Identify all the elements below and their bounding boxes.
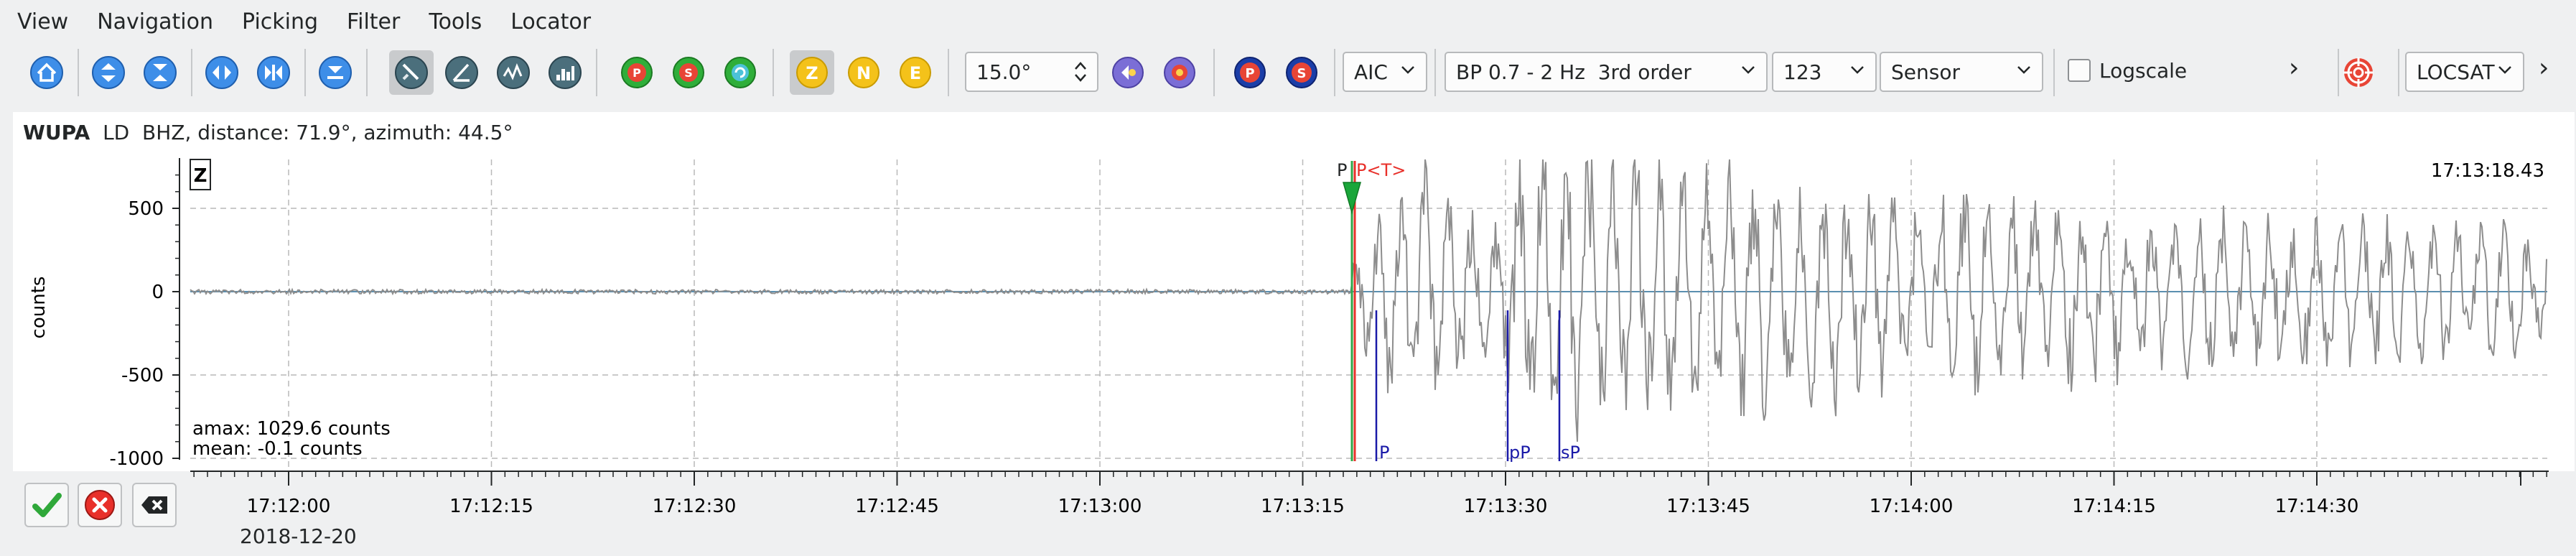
y-tick-label: 500 [128, 198, 164, 220]
close-circle-icon [85, 490, 115, 520]
grid [190, 159, 2547, 468]
theoretical-arrivals: P pP sP [1375, 310, 1580, 463]
date-label: 2018-12-20 [240, 524, 357, 548]
y-axis-label: counts [28, 277, 50, 339]
p-pick-label: P [1337, 160, 1347, 180]
x-tick-label: 17:13:45 [1666, 496, 1750, 517]
reject-button[interactable] [78, 483, 122, 527]
y-tick-label: 0 [151, 282, 164, 303]
theoretical-p-label: P [1379, 443, 1389, 463]
time-axis: 17:12:00 17:12:15 17:12:30 17:12:45 17:13:00… [190, 471, 2549, 517]
p-theoretical-pick-label: P<T> [1356, 160, 1406, 180]
x-tick-label: 17:14:30 [2275, 496, 2359, 517]
x-tick-label: 17:12:00 [247, 496, 331, 517]
x-tick-label: 17:13:15 [1261, 496, 1345, 517]
component-label: Z [194, 165, 207, 187]
clear-icon [141, 496, 167, 514]
picks[interactable]: P P<T> [1337, 160, 1406, 461]
y-tick-label: -1000 [109, 448, 164, 470]
x-tick-label: 17:14:00 [1870, 496, 1954, 517]
seismogram-plot[interactable]: Z 17:13:18.43 counts 500 0 -500 -1000 P pP … [0, 0, 2576, 556]
x-tick-label: 17:14:15 [2072, 496, 2156, 517]
x-tick-label: 17:12:15 [449, 496, 533, 517]
x-tick-label: 17:13:00 [1058, 496, 1142, 517]
clear-button[interactable] [132, 483, 177, 527]
y-axis: 500 0 -500 -1000 [109, 158, 180, 470]
accept-button[interactable] [24, 483, 69, 527]
x-tick-label: 17:12:30 [653, 496, 737, 517]
end-time-label: 17:13:18.43 [2431, 160, 2544, 182]
mean-label: mean: -0.1 counts [192, 438, 363, 460]
theoretical-pp-label: pP [1509, 443, 1531, 463]
checkmark-icon [32, 493, 62, 517]
amax-label: amax: 1029.6 counts [192, 418, 391, 440]
y-tick-label: -500 [121, 365, 164, 386]
x-tick-label: 17:12:45 [855, 496, 939, 517]
theoretical-sp-label: sP [1561, 443, 1580, 463]
x-tick-label: 17:13:30 [1464, 496, 1548, 517]
waveform [190, 159, 2547, 442]
